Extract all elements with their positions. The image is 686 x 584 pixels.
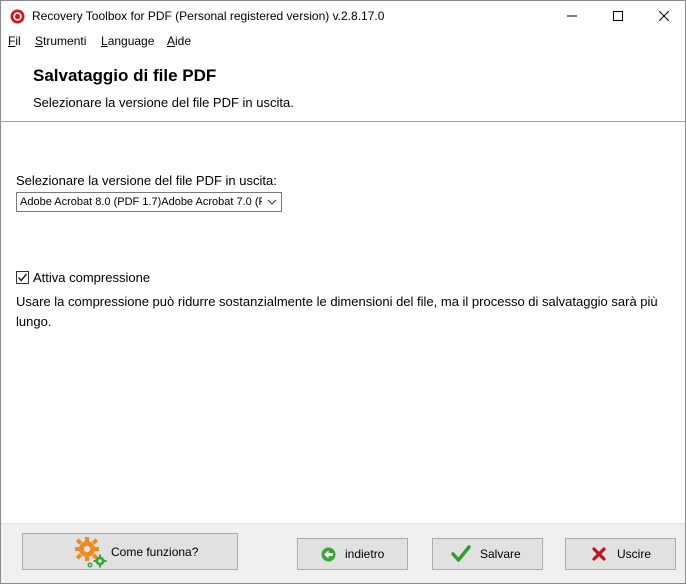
how-it-works-label: Come funziona? — [111, 545, 199, 559]
chevron-down-icon — [267, 197, 277, 207]
maximize-icon — [613, 9, 623, 24]
menu-bar: Fil Strumenti Language Aide — [1, 32, 685, 52]
maximize-button[interactable] — [595, 1, 641, 32]
minimize-button[interactable] — [549, 1, 595, 32]
how-it-works-button[interactable]: Come funziona? — [22, 533, 238, 570]
menu-item-language[interactable]: Language — [101, 34, 154, 48]
app-window: Recovery Toolbox for PDF (Personal regis… — [0, 0, 686, 584]
header-divider — [1, 121, 685, 123]
close-icon — [658, 9, 670, 24]
title-bar[interactable]: Recovery Toolbox for PDF (Personal regis… — [1, 1, 685, 32]
wizard-footer: Come funziona? indietro Salvare Uscire — [1, 523, 685, 583]
page-title: Salvataggio di file PDF — [33, 66, 217, 85]
compression-description: Usare la compressione può ridurre sostan… — [16, 294, 658, 329]
back-button[interactable]: indietro — [297, 538, 408, 570]
recovery-toolbox-icon — [10, 9, 25, 24]
version-label: Selezionare la versione del file PDF in … — [16, 173, 277, 188]
menu-item-aide[interactable]: Aide — [167, 34, 191, 48]
page-subtitle: Selezionare la versione del file PDF in … — [33, 95, 294, 110]
compression-checkbox[interactable] — [16, 271, 29, 284]
close-button[interactable] — [641, 1, 685, 32]
exit-button[interactable]: Uscire — [565, 538, 676, 570]
pdf-version-selected-value: Adobe Acrobat 8.0 (PDF 1.7)Adobe Acrobat… — [20, 196, 262, 208]
pdf-version-select[interactable]: Adobe Acrobat 8.0 (PDF 1.7)Adobe Acrobat… — [16, 192, 282, 212]
save-button[interactable]: Salvare — [432, 538, 543, 570]
menu-item-fil[interactable]: Fil — [8, 34, 21, 48]
back-arrow-icon — [321, 547, 336, 565]
back-label: indietro — [345, 547, 385, 561]
exit-label: Uscire — [617, 547, 652, 561]
window-title: Recovery Toolbox for PDF (Personal regis… — [32, 9, 385, 23]
checkmark-green-icon — [451, 545, 471, 566]
red-x-icon — [592, 547, 606, 564]
wizard-header: Salvataggio di file PDF Selezionare la v… — [1, 52, 685, 122]
save-label: Salvare — [480, 547, 521, 561]
minimize-icon — [567, 9, 577, 24]
menu-item-strumenti[interactable]: Strumenti — [35, 34, 86, 48]
gears-icon — [73, 536, 109, 572]
compression-label[interactable]: Attiva compressione — [33, 270, 150, 285]
